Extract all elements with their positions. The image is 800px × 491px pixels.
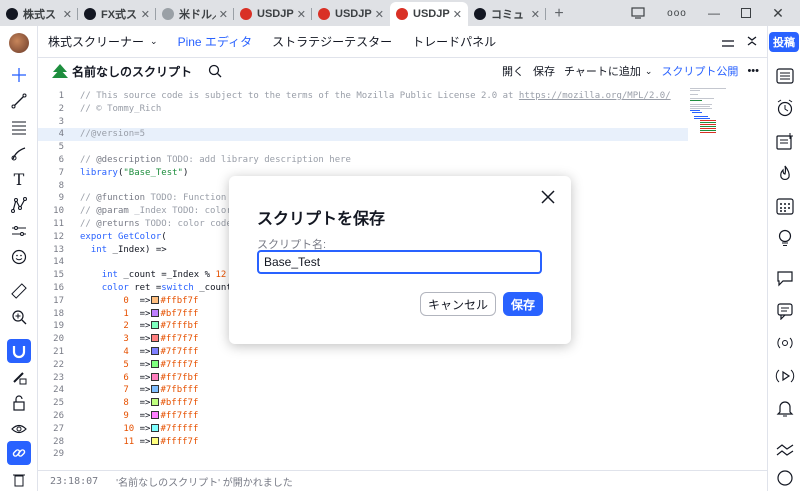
save-script-dialog: スクリプトを保存 スクリプト名: キャンセル 保存 [229, 176, 571, 344]
dialog-title: スクリプトを保存 [257, 211, 386, 228]
script-name-input[interactable] [257, 250, 542, 274]
modal-overlay: スクリプトを保存 スクリプト名: キャンセル 保存 [0, 0, 800, 491]
save-confirm-button[interactable]: 保存 [503, 292, 543, 316]
cancel-button[interactable]: キャンセル [420, 292, 496, 316]
close-icon[interactable] [537, 186, 559, 208]
